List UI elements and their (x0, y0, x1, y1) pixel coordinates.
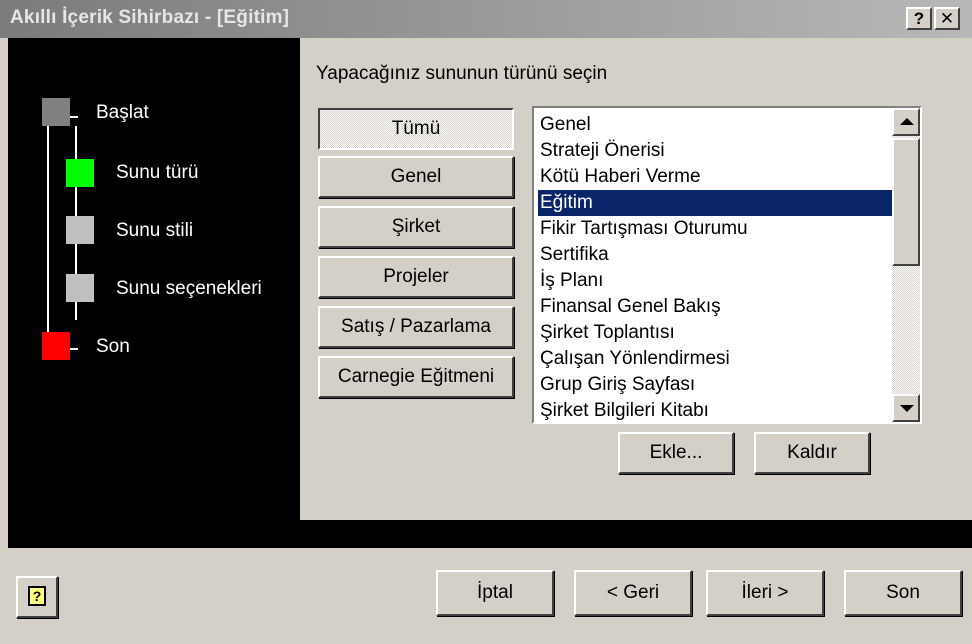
finish-label: Son (886, 582, 920, 603)
help-title-button[interactable]: ? (906, 7, 932, 30)
steps-panel: Başlat Sunu türü Sunu stili Sunu seçenek… (8, 38, 300, 520)
arrow-up-icon (900, 118, 914, 125)
back-button[interactable]: < Geri (574, 570, 692, 616)
cancel-label: İptal (477, 582, 513, 603)
list-item[interactable]: Şirket Bilgileri Kitabı (538, 398, 918, 424)
step-marker-son (42, 332, 70, 360)
list-item[interactable]: Kötü Haberi Verme (538, 164, 918, 190)
window-title: Akıllı İçerik Sihirbazı - [Eğitim] (10, 7, 290, 28)
category-label: Satış / Pazarlama (341, 316, 491, 337)
category-label: Genel (390, 166, 442, 187)
category-button-projeler[interactable]: Projeler (318, 256, 514, 298)
footer: ? İptal < Geri İleri > Son (0, 548, 972, 644)
list-items: Genel Strateji Önerisi Kötü Haberi Verme Eğ… (538, 112, 918, 424)
cancel-button[interactable]: İptal (436, 570, 554, 616)
step-label-baslat: Başlat (96, 102, 149, 123)
category-label: Carnegie Eğitmeni (337, 366, 495, 387)
help-icon: ? (28, 586, 46, 606)
add-button[interactable]: Ekle... (618, 432, 734, 474)
back-label: < Geri (606, 582, 660, 603)
list-item[interactable]: Grup Giriş Sayfası (538, 372, 918, 398)
category-button-carnegie-egitmeni[interactable]: Carnegie Eğitmeni (318, 356, 514, 398)
category-button-tumu[interactable]: Tümü (318, 108, 514, 150)
category-button-satis-pazarlama[interactable]: Satış / Pazarlama (318, 306, 514, 348)
category-label: Şirket (391, 216, 441, 237)
category-label: Projeler (383, 266, 449, 287)
scroll-up-button[interactable] (892, 108, 920, 136)
step-marker-sunu-secenekleri (66, 274, 94, 302)
remove-button[interactable]: Kaldır (754, 432, 870, 474)
step-marker-baslat (42, 98, 70, 126)
list-item[interactable]: Strateji Önerisi (538, 138, 918, 164)
list-item[interactable]: Finansal Genel Bakış (538, 294, 918, 320)
list-item[interactable]: Sertifika (538, 242, 918, 268)
next-button[interactable]: İleri > (706, 570, 824, 616)
title-bar: Akıllı İçerik Sihirbazı - [Eğitim] ? ✕ (0, 0, 972, 38)
list-scrollbar[interactable] (892, 108, 920, 422)
step-label-sunu-turu: Sunu türü (116, 162, 199, 183)
step-label-son: Son (96, 336, 130, 357)
step-label-sunu-secenekleri: Sunu seçenekleri (116, 278, 262, 299)
help-button[interactable]: ? (16, 576, 58, 618)
arrow-down-icon (900, 405, 914, 412)
category-button-sirket[interactable]: Şirket (318, 206, 514, 248)
list-item[interactable]: Şirket Toplantısı (538, 320, 918, 346)
prompt-text: Yapacağınız sununun türünü seçin (316, 63, 608, 84)
separator-strip (8, 520, 972, 548)
finish-button[interactable]: Son (844, 570, 962, 616)
list-item[interactable]: Fikir Tartışması Oturumu (538, 216, 918, 242)
wizard-window: Akıllı İçerik Sihirbazı - [Eğitim] ? ✕ B… (0, 0, 972, 644)
content-area: Yapacağınız sununun türünü seçin Tümü Ge… (300, 38, 972, 520)
close-button[interactable]: ✕ (934, 7, 960, 30)
category-button-genel[interactable]: Genel (318, 156, 514, 198)
remove-button-label: Kaldır (787, 442, 837, 463)
scroll-down-button[interactable] (892, 394, 920, 422)
next-label: İleri > (741, 582, 789, 603)
scroll-thumb[interactable] (892, 138, 920, 266)
step-marker-sunu-turu (66, 159, 94, 187)
step-marker-sunu-stili (66, 216, 94, 244)
presentation-type-list[interactable]: Genel Strateji Önerisi Kötü Haberi Verme Eğ… (532, 106, 922, 424)
list-item[interactable]: Genel (538, 112, 918, 138)
step-label-sunu-stili: Sunu stili (116, 220, 194, 241)
list-item[interactable]: İş Planı (538, 268, 918, 294)
add-button-label: Ekle... (649, 442, 703, 463)
list-item[interactable]: Çalışan Yönlendirmesi (538, 346, 918, 372)
list-item[interactable]: Eğitim (538, 190, 918, 216)
category-label: Tümü (391, 118, 441, 139)
step-connector-line (47, 114, 49, 350)
